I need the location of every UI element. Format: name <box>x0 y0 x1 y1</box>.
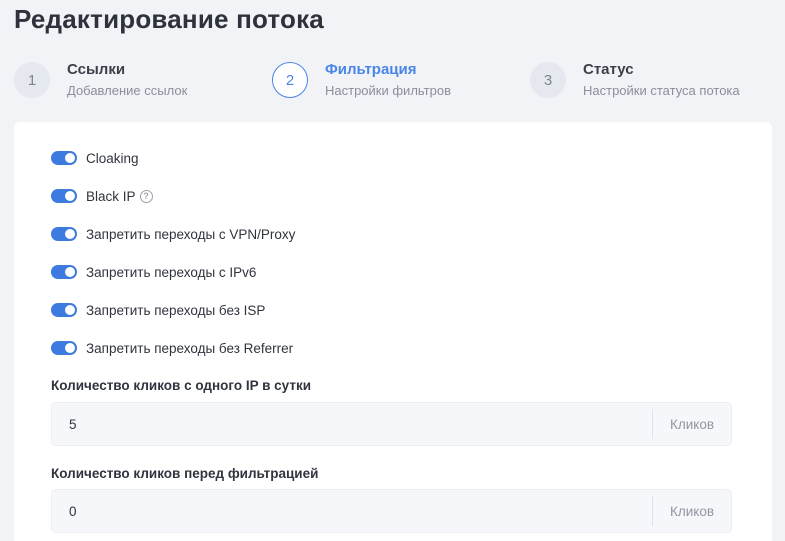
black-ip-toggle[interactable] <box>51 189 77 203</box>
page-title: Редактирование потока <box>14 4 324 34</box>
input-suffix: Кликов <box>652 496 731 526</box>
ipv6-toggle[interactable] <box>51 265 77 279</box>
toggle-row-black-ip: Black IP ? <box>51 186 153 206</box>
vpn-proxy-toggle[interactable] <box>51 227 77 241</box>
step-status[interactable]: 3 Статус Настройки статуса потока <box>530 60 740 100</box>
clicks-before-filter-input[interactable] <box>52 490 652 532</box>
toggle-label: Black IP <box>86 188 136 204</box>
toggle-label: Запретить переходы без ISP <box>86 302 266 318</box>
step-subtitle: Настройки статуса потока <box>583 83 740 98</box>
clicks-before-filter-group: Кликов <box>51 489 732 533</box>
cloaking-toggle[interactable] <box>51 151 77 165</box>
toggle-row-no-isp: Запретить переходы без ISP <box>51 300 265 320</box>
step-filtering[interactable]: 2 Фильтрация Настройки фильтров <box>272 60 451 100</box>
step-subtitle: Настройки фильтров <box>325 83 451 98</box>
clicks-per-ip-input[interactable] <box>52 403 652 445</box>
toggle-label: Cloaking <box>86 150 139 166</box>
toggle-label: Запретить переходы с VPN/Proxy <box>86 226 296 242</box>
filters-card: Cloaking Black IP ? Запретить переходы с… <box>14 122 772 541</box>
step-number: 2 <box>272 62 308 98</box>
question-circle-icon[interactable]: ? <box>139 189 153 203</box>
step-number: 3 <box>530 62 566 98</box>
stepper: 1 Ссылки Добавление ссылок 2 Фильтрация … <box>14 60 774 100</box>
step-title: Ссылки <box>67 61 126 78</box>
toggle-row-cloaking: Cloaking <box>51 148 139 168</box>
step-links[interactable]: 1 Ссылки Добавление ссылок <box>14 60 187 100</box>
input-suffix: Кликов <box>652 409 731 439</box>
toggle-row-vpn-proxy: Запретить переходы с VPN/Proxy <box>51 224 295 244</box>
step-title: Фильтрация <box>325 61 417 78</box>
step-title: Статус <box>583 61 634 78</box>
toggle-label: Запретить переходы без Referrer <box>86 340 294 356</box>
toggle-row-no-referrer: Запретить переходы без Referrer <box>51 338 293 358</box>
toggle-row-ipv6: Запретить переходы с IPv6 <box>51 262 256 282</box>
toggle-label: Запретить переходы с IPv6 <box>86 264 257 280</box>
no-isp-toggle[interactable] <box>51 303 77 317</box>
clicks-per-ip-group: Кликов <box>51 402 732 446</box>
clicks-before-filter-label: Количество кликов перед фильтрацией <box>51 466 319 481</box>
step-subtitle: Добавление ссылок <box>67 83 188 98</box>
no-referrer-toggle[interactable] <box>51 341 77 355</box>
clicks-per-ip-label: Количество кликов с одного IP в сутки <box>51 378 312 393</box>
step-number: 1 <box>14 62 50 98</box>
